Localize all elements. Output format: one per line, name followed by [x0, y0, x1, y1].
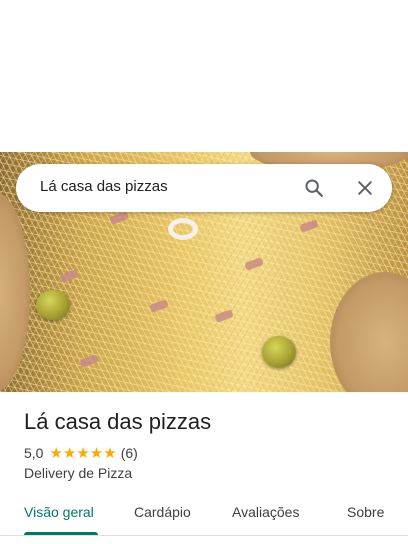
place-title: Lá casa das pizzas [24, 409, 212, 434]
star-icons: ★★★★★ [49, 444, 117, 462]
tab-overview[interactable]: Visão geral [24, 504, 94, 520]
ham-piece [214, 309, 234, 323]
pizza-crust-left [0, 192, 30, 392]
ham-piece [79, 354, 99, 368]
olive [36, 290, 70, 320]
review-count[interactable]: (6) [121, 445, 138, 461]
place-tabs: Visão geral Cardápio Avaliações Sobre [0, 492, 408, 536]
onion-ring [168, 218, 198, 240]
rating-value: 5,0 [24, 445, 44, 461]
tab-about[interactable]: Sobre [347, 504, 384, 520]
ham-piece [299, 219, 319, 233]
close-icon [358, 181, 372, 195]
tab-menu[interactable]: Cardápio [134, 504, 191, 520]
clear-search-button[interactable] [349, 172, 381, 204]
ham-piece [109, 211, 129, 225]
ham-piece [149, 299, 169, 313]
tab-reviews[interactable]: Avaliações [232, 504, 299, 520]
tabs-divider [0, 535, 408, 536]
search-icon [305, 179, 323, 197]
search-button[interactable] [298, 172, 330, 204]
ham-piece [244, 257, 264, 271]
search-input[interactable]: Lá casa das pizzas [40, 178, 168, 195]
ham-piece [59, 269, 79, 283]
pizza-crust-right [330, 272, 408, 392]
search-bar[interactable]: Lá casa das pizzas [16, 164, 392, 212]
place-category[interactable]: Delivery de Pizza [24, 465, 132, 481]
rating-row[interactable]: 5,0 ★★★★★ (6) [24, 444, 138, 462]
rating-stars: ★★★★★ [49, 446, 116, 461]
olive [262, 336, 296, 368]
